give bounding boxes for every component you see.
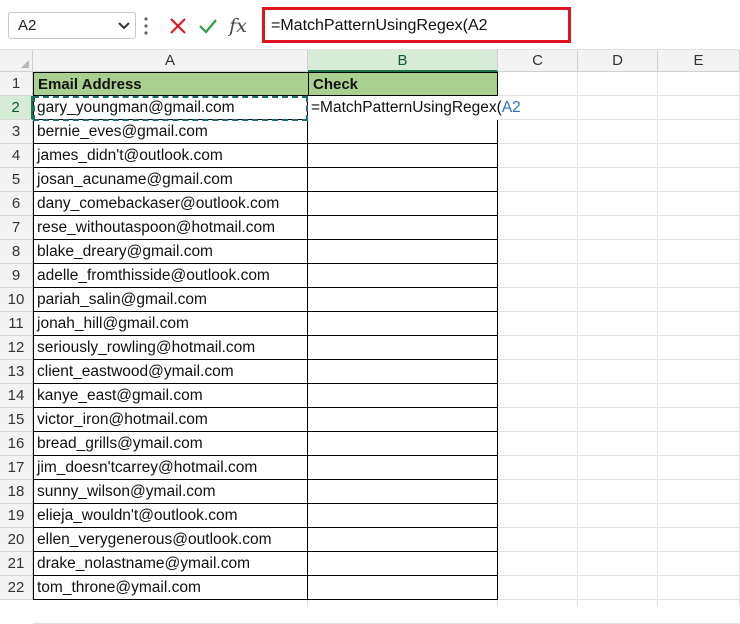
row-header-10[interactable]: 10 — [0, 288, 33, 312]
more-options-icon[interactable] — [143, 16, 149, 36]
email-cell[interactable]: elieja_wouldn't@outlook.com — [33, 504, 308, 528]
check-cell[interactable] — [308, 576, 498, 600]
check-cell[interactable] — [308, 264, 498, 288]
edit-cell-reference: A2 — [501, 99, 521, 116]
formula-input[interactable]: =MatchPatternUsingRegex(A2 — [262, 7, 571, 43]
check-cell[interactable] — [308, 120, 498, 144]
check-cell[interactable] — [308, 432, 498, 456]
column-header-c[interactable]: C — [498, 50, 578, 72]
email-cell[interactable]: seriously_rowling@hotmail.com — [33, 336, 308, 360]
column-header-e[interactable]: E — [658, 50, 740, 72]
column-gridline — [577, 72, 578, 607]
spreadsheet-grid: ABCDE 1 2 3 4 5 6 7 8 9 10 11 12 13 14 15 16 17 18 19 20 21 2… — [0, 50, 740, 624]
select-all-button[interactable] — [0, 50, 33, 72]
check-cell[interactable] — [308, 552, 498, 576]
email-cell[interactable]: jonah_hill@gmail.com — [33, 312, 308, 336]
email-cell[interactable]: dany_comebackaser@outlook.com — [33, 192, 308, 216]
column-header-b[interactable]: B — [308, 50, 498, 72]
enter-button[interactable] — [195, 12, 221, 39]
row-header-19[interactable]: 19 — [0, 504, 33, 528]
check-cell[interactable] — [308, 288, 498, 312]
row-header-4[interactable]: 4 — [0, 144, 33, 168]
check-cell[interactable] — [308, 384, 498, 408]
check-cell[interactable] — [308, 528, 498, 552]
row-header-22[interactable]: 22 — [0, 576, 33, 600]
email-cell[interactable]: drake_nolastname@ymail.com — [33, 552, 308, 576]
row-header-11[interactable]: 11 — [0, 312, 33, 336]
email-cell[interactable]: pariah_salin@gmail.com — [33, 288, 308, 312]
column-header-a[interactable]: A — [33, 50, 308, 72]
check-cell[interactable] — [308, 168, 498, 192]
row-header-14[interactable]: 14 — [0, 384, 33, 408]
insert-function-button[interactable]: fx — [225, 12, 251, 39]
check-header[interactable]: Check — [308, 72, 498, 96]
email-cell[interactable]: jim_doesn'tcarrey@hotmail.com — [33, 456, 308, 480]
formula-bar: A2 fx =MatchPatternUsingRegex(A2 — [0, 0, 740, 50]
email-cell[interactable]: sunny_wilson@ymail.com — [33, 480, 308, 504]
check-cell[interactable] — [308, 192, 498, 216]
check-cell[interactable] — [308, 312, 498, 336]
row-header-5[interactable]: 5 — [0, 168, 33, 192]
row-header-6[interactable]: 6 — [0, 192, 33, 216]
formula-tools: fx — [162, 12, 256, 39]
email-address-header[interactable]: Email Address — [33, 72, 309, 96]
row-header-13[interactable]: 13 — [0, 360, 33, 384]
row-header-3[interactable]: 3 — [0, 120, 33, 144]
cancel-button[interactable] — [165, 12, 191, 39]
email-cell[interactable]: bernie_eves@gmail.com — [33, 120, 308, 144]
email-cell[interactable]: rese_withoutaspoon@hotmail.com — [33, 216, 308, 240]
email-cell[interactable]: ellen_verygenerous@outlook.com — [33, 528, 308, 552]
close-icon — [170, 17, 186, 34]
check-cell[interactable] — [308, 216, 498, 240]
check-cell[interactable] — [308, 408, 498, 432]
name-box[interactable]: A2 — [8, 12, 136, 39]
row-header-9[interactable]: 9 — [0, 264, 33, 288]
email-cell[interactable]: josan_acuname@gmail.com — [33, 168, 308, 192]
email-cell[interactable]: adelle_fromthisside@outlook.com — [33, 264, 308, 288]
column-header-d[interactable]: D — [578, 50, 658, 72]
row-header-20[interactable]: 20 — [0, 528, 33, 552]
row-header-8[interactable]: 8 — [0, 240, 33, 264]
select-all-triangle-icon — [21, 60, 29, 68]
check-cell[interactable] — [308, 480, 498, 504]
row-header-17[interactable]: 17 — [0, 456, 33, 480]
check-cell[interactable] — [308, 240, 498, 264]
row-header-1[interactable]: 1 — [0, 72, 33, 96]
email-cell[interactable]: gary_youngman@gmail.com — [33, 96, 308, 120]
row-header-16[interactable]: 16 — [0, 432, 33, 456]
row-header-12[interactable]: 12 — [0, 336, 33, 360]
row-header-2[interactable]: 2 — [0, 96, 33, 120]
check-icon — [199, 18, 217, 34]
email-cell[interactable]: kanye_east@gmail.com — [33, 384, 308, 408]
email-cell[interactable]: tom_throne@ymail.com — [33, 576, 308, 600]
formula-text: =MatchPatternUsingRegex(A2 — [271, 17, 488, 34]
active-edit-cell[interactable]: =MatchPatternUsingRegex(A2 — [308, 96, 521, 120]
row-header-7[interactable]: 7 — [0, 216, 33, 240]
edit-cell-formula: =MatchPatternUsingRegex( — [311, 99, 502, 116]
check-cell[interactable] — [308, 456, 498, 480]
check-cell[interactable] — [308, 144, 498, 168]
email-cell[interactable]: james_didn't@outlook.com — [33, 144, 308, 168]
row-header-15[interactable]: 15 — [0, 408, 33, 432]
check-cell[interactable] — [308, 504, 498, 528]
email-cell[interactable]: victor_iron@hotmail.com — [33, 408, 308, 432]
email-cell[interactable]: blake_dreary@gmail.com — [33, 240, 308, 264]
email-cell[interactable]: bread_grills@ymail.com — [33, 432, 308, 456]
column-gridline — [657, 72, 658, 607]
email-cell[interactable]: client_eastwood@ymail.com — [33, 360, 308, 384]
check-cell[interactable] — [308, 360, 498, 384]
chevron-down-icon[interactable] — [117, 18, 131, 32]
row-header-18[interactable]: 18 — [0, 480, 33, 504]
edit-cell-text: =MatchPatternUsingRegex(A2 — [311, 99, 521, 117]
row-header-21[interactable]: 21 — [0, 552, 33, 576]
name-box-value: A2 — [18, 17, 37, 34]
check-cell[interactable] — [308, 336, 498, 360]
